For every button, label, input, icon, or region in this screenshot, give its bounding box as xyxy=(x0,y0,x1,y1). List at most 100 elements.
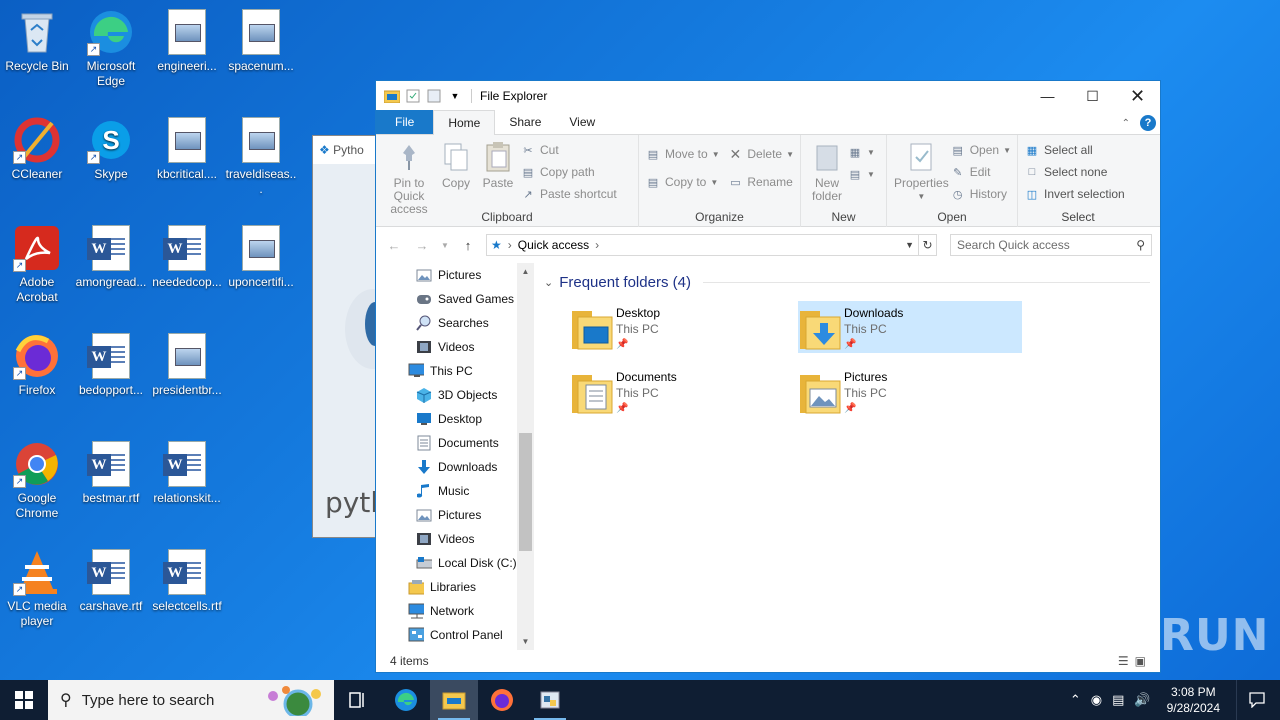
delete-button[interactable]: ✕ Delete ▼ xyxy=(727,145,794,163)
edit-button[interactable]: ✎ Edit xyxy=(950,163,1011,181)
select-all-button[interactable]: ▦ Select all xyxy=(1024,141,1125,159)
start-button[interactable] xyxy=(0,680,48,720)
rename-button[interactable]: ▭ Rename xyxy=(727,173,794,191)
recent-locations-button[interactable]: ▼ xyxy=(440,241,450,250)
desktop-icon[interactable]: Wbestmar.rtf xyxy=(74,440,148,506)
taskbar-python-installer[interactable] xyxy=(526,680,574,720)
desktop-icon[interactable]: Wselectcells.rtf xyxy=(150,548,224,614)
desktop-icon[interactable]: Wamongread... xyxy=(74,224,148,290)
tab-file[interactable]: File xyxy=(376,110,434,134)
forward-button[interactable]: → xyxy=(412,238,432,253)
scroll-up-arrow[interactable]: ▲ xyxy=(517,267,534,276)
nav-item-music[interactable]: Music xyxy=(376,479,534,503)
copy-path-button[interactable]: ▤ Copy path xyxy=(520,163,617,181)
desktop-icon[interactable]: presidentbr... xyxy=(150,332,224,398)
taskbar-search-input[interactable]: ⚲ Type here to search xyxy=(48,680,334,720)
desktop-icon[interactable]: ↗ CCleaner xyxy=(0,116,74,182)
customize-qat-icon[interactable]: ▼ xyxy=(447,88,463,104)
desktop-icon[interactable]: spacenum... xyxy=(224,8,298,74)
select-none-button[interactable]: □ Select none xyxy=(1024,163,1125,181)
recycle-bin-icon xyxy=(13,8,61,56)
taskbar-edge[interactable] xyxy=(382,680,430,720)
desktop-icon[interactable]: kbcritical.... xyxy=(150,116,224,182)
task-view-button[interactable] xyxy=(334,680,382,720)
new-item-button[interactable]: ▦ ▼ xyxy=(847,143,875,161)
title-bar[interactable]: ▼ File Explorer — ☐ ✕ xyxy=(376,81,1160,111)
tab-home[interactable]: Home xyxy=(433,110,496,135)
properties-qat-icon[interactable] xyxy=(405,88,421,104)
meet-now-icon[interactable]: ◉ xyxy=(1091,692,1102,708)
nav-item-videos[interactable]: Videos xyxy=(376,527,534,551)
frequent-folders-header[interactable]: ⌄ Frequent folders (4) xyxy=(544,271,1150,293)
content-area[interactable]: ⌄ Frequent folders (4) Desktop This PC 📌 Do… xyxy=(534,263,1160,650)
paste-shortcut-button[interactable]: ↗ Paste shortcut xyxy=(520,185,616,203)
nav-item-libraries[interactable]: Libraries xyxy=(376,575,534,599)
folder-tile-documents[interactable]: Documents This PC 📌 xyxy=(570,365,794,417)
desktop-icon[interactable]: ↗ Microsoft Edge xyxy=(74,8,148,89)
desktop-icon[interactable]: uponcertifi... xyxy=(224,224,298,290)
show-hidden-icons-icon[interactable]: ⌃ xyxy=(1070,692,1081,708)
nav-item-downloads[interactable]: Downloads xyxy=(376,455,534,479)
desktop-icon[interactable]: ↗ Google Chrome xyxy=(0,440,74,521)
nav-scrollbar[interactable]: ▲ ▼ xyxy=(517,263,534,650)
nav-item-this-pc[interactable]: This PC xyxy=(376,359,534,383)
close-button[interactable]: ✕ xyxy=(1115,81,1160,111)
cut-button[interactable]: ✂ Cut xyxy=(520,141,617,159)
nav-item-documents[interactable]: Documents xyxy=(376,431,534,455)
move-to-button[interactable]: ▤ Move to ▼ xyxy=(645,145,727,163)
search-input[interactable]: Search Quick access ⚲ xyxy=(950,234,1152,256)
nav-item-local-disk-c[interactable]: Local Disk (C:) xyxy=(376,551,534,575)
nav-item-desktop[interactable]: Desktop xyxy=(376,407,534,431)
tab-share[interactable]: Share xyxy=(495,110,555,134)
network-icon[interactable]: ▤ xyxy=(1112,692,1124,708)
desktop-icon[interactable]: engineeri... xyxy=(150,8,224,74)
tab-view[interactable]: View xyxy=(555,110,609,134)
desktop-icon[interactable]: ↗ Firefox xyxy=(0,332,74,398)
desktop-icon[interactable]: Wbedopport... xyxy=(74,332,148,398)
desktop-icon[interactable]: Wcarshave.rtf xyxy=(74,548,148,614)
nav-item-control-panel[interactable]: Control Panel xyxy=(376,623,534,647)
file-explorer-window[interactable]: ▼ File Explorer — ☐ ✕ File Home Share Vi… xyxy=(375,80,1161,673)
taskbar-firefox[interactable] xyxy=(478,680,526,720)
desktop-icon[interactable]: S ↗ Skype xyxy=(74,116,148,182)
volume-icon[interactable]: 🔊 xyxy=(1134,692,1150,708)
nav-item-network[interactable]: Network xyxy=(376,599,534,623)
nav-item-videos[interactable]: Videos xyxy=(376,335,534,359)
refresh-button[interactable]: ↻ xyxy=(919,234,937,256)
up-button[interactable]: ↑ xyxy=(458,238,478,253)
maximize-button[interactable]: ☐ xyxy=(1070,81,1115,111)
scroll-down-arrow[interactable]: ▼ xyxy=(517,637,534,646)
open-button[interactable]: ▤ Open ▼ xyxy=(950,141,1011,159)
address-bar[interactable]: ★ › Quick access › ▼ xyxy=(486,234,919,256)
breadcrumb-quick-access[interactable]: Quick access xyxy=(518,238,589,252)
desktop-icon[interactable]: Recycle Bin xyxy=(0,8,74,74)
folder-tile-pictures[interactable]: Pictures This PC 📌 xyxy=(798,365,1022,417)
nav-item-3d-objects[interactable]: 3D Objects xyxy=(376,383,534,407)
taskbar-file-explorer[interactable] xyxy=(430,680,478,720)
clock[interactable]: 3:08 PM 9/28/2024 xyxy=(1161,684,1226,716)
nav-item-pictures[interactable]: Pictures xyxy=(376,503,534,527)
desktop-icon[interactable]: traveldiseas... xyxy=(224,116,298,197)
collapse-ribbon-icon[interactable]: ⌃ xyxy=(1122,118,1130,129)
desktop-icon[interactable]: Wrelationskit... xyxy=(150,440,224,506)
navigation-pane[interactable]: Pictures Saved Games Searches Videos This PC… xyxy=(376,263,534,650)
nav-item-pictures[interactable]: Pictures xyxy=(376,263,534,287)
easy-access-button[interactable]: ▤ ▼ xyxy=(847,165,875,183)
copy-to-button[interactable]: ▤ Copy to ▼ xyxy=(645,173,727,191)
desktop-icon[interactable]: Wneededcop... xyxy=(150,224,224,290)
folder-tile-downloads[interactable]: Downloads This PC 📌 xyxy=(798,301,1022,353)
new-folder-qat-icon[interactable] xyxy=(426,88,442,104)
back-button[interactable]: ← xyxy=(384,238,404,253)
help-icon[interactable]: ? xyxy=(1140,115,1156,131)
desktop-icon[interactable]: ↗ Adobe Acrobat xyxy=(0,224,74,305)
address-dropdown-icon[interactable]: ▼ xyxy=(905,240,914,250)
notification-center-button[interactable] xyxy=(1236,680,1276,720)
minimize-button[interactable]: — xyxy=(1025,81,1070,111)
scroll-thumb[interactable] xyxy=(519,433,532,551)
invert-selection-button[interactable]: ◫ Invert selection xyxy=(1024,185,1125,203)
desktop-icon[interactable]: ↗ VLC media player xyxy=(0,548,74,629)
nav-item-saved-games[interactable]: Saved Games xyxy=(376,287,534,311)
history-button[interactable]: ◷ History xyxy=(950,185,1011,203)
folder-tile-desktop[interactable]: Desktop This PC 📌 xyxy=(570,301,794,353)
nav-item-searches[interactable]: Searches xyxy=(376,311,534,335)
